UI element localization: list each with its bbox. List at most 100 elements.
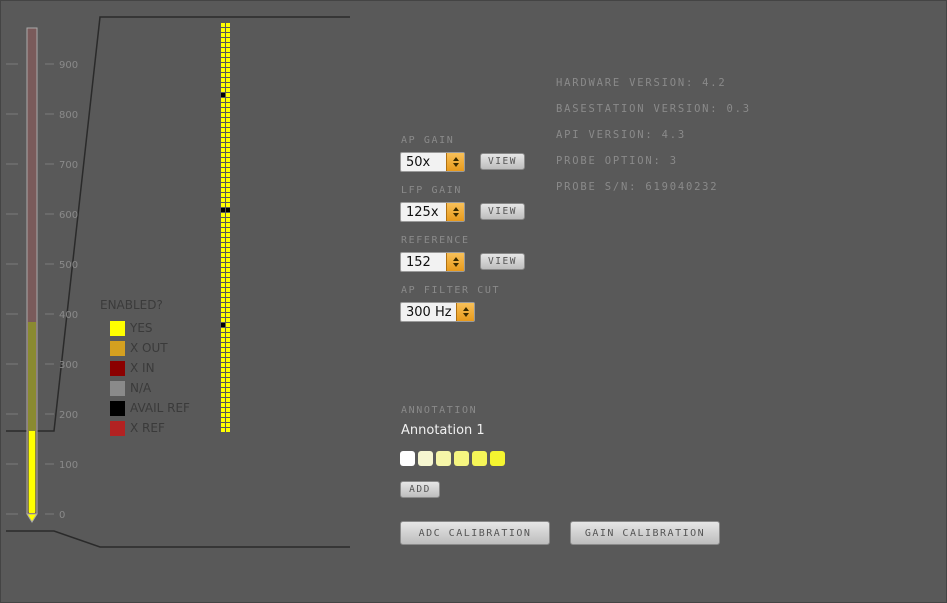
channel-enabled[interactable] (226, 298, 230, 302)
channel-enabled[interactable] (221, 188, 225, 192)
channel-enabled[interactable] (221, 333, 225, 337)
channel-enabled[interactable] (221, 353, 225, 357)
channel-enabled[interactable] (221, 198, 225, 202)
channel-enabled[interactable] (226, 108, 230, 112)
annotation-color-swatch[interactable] (436, 451, 451, 466)
ap-gain-view-button[interactable]: VIEW (480, 153, 525, 170)
adc-calibration-button[interactable]: ADC CALIBRATION (400, 521, 550, 545)
channel-reference[interactable] (221, 208, 225, 212)
channel-enabled[interactable] (226, 163, 230, 167)
channel-enabled[interactable] (221, 388, 225, 392)
channel-enabled[interactable] (226, 303, 230, 307)
channel-enabled[interactable] (226, 318, 230, 322)
channel-enabled[interactable] (221, 78, 225, 82)
channel-enabled[interactable] (221, 83, 225, 87)
channel-enabled[interactable] (221, 418, 225, 422)
channel-enabled[interactable] (221, 233, 225, 237)
channel-enabled[interactable] (221, 148, 225, 152)
channel-enabled[interactable] (226, 238, 230, 242)
channel-enabled[interactable] (226, 263, 230, 267)
channel-enabled[interactable] (221, 253, 225, 257)
reference-view-button[interactable]: VIEW (480, 253, 525, 270)
channel-enabled[interactable] (221, 403, 225, 407)
annotation-color-swatch[interactable] (418, 451, 433, 466)
channel-enabled[interactable] (221, 113, 225, 117)
channel-enabled[interactable] (226, 258, 230, 262)
channel-enabled[interactable] (221, 98, 225, 102)
channel-enabled[interactable] (221, 398, 225, 402)
channel-enabled[interactable] (221, 258, 225, 262)
channel-enabled[interactable] (226, 93, 230, 97)
channel-enabled[interactable] (221, 203, 225, 207)
channel-enabled[interactable] (221, 123, 225, 127)
channel-enabled[interactable] (226, 388, 230, 392)
channel-enabled[interactable] (221, 163, 225, 167)
channel-enabled[interactable] (221, 58, 225, 62)
channel-enabled[interactable] (226, 308, 230, 312)
ap-gain-select[interactable]: 50x (400, 152, 465, 172)
channel-enabled[interactable] (226, 398, 230, 402)
channel-enabled[interactable] (226, 123, 230, 127)
channel-enabled[interactable] (226, 38, 230, 42)
annotation-color-swatch[interactable] (454, 451, 469, 466)
channel-enabled[interactable] (226, 33, 230, 37)
channel-enabled[interactable] (226, 243, 230, 247)
channel-enabled[interactable] (221, 378, 225, 382)
channel-enabled[interactable] (226, 53, 230, 57)
channel-enabled[interactable] (221, 338, 225, 342)
channel-enabled[interactable] (226, 293, 230, 297)
channel-enabled[interactable] (226, 268, 230, 272)
channel-enabled[interactable] (221, 133, 225, 137)
channel-enabled[interactable] (226, 83, 230, 87)
channel-enabled[interactable] (226, 23, 230, 27)
channel-enabled[interactable] (226, 148, 230, 152)
channel-enabled[interactable] (221, 238, 225, 242)
channel-enabled[interactable] (221, 303, 225, 307)
channel-enabled[interactable] (221, 118, 225, 122)
channel-enabled[interactable] (221, 43, 225, 47)
channel-enabled[interactable] (221, 168, 225, 172)
channel-enabled[interactable] (221, 128, 225, 132)
channel-enabled[interactable] (221, 173, 225, 177)
probe-visualization[interactable]: 900 800 700 600 500 400 300 200 100 0 (0, 0, 380, 603)
channel-enabled[interactable] (221, 213, 225, 217)
channel-enabled[interactable] (221, 368, 225, 372)
channel-enabled[interactable] (221, 223, 225, 227)
channel-enabled[interactable] (221, 408, 225, 412)
channel-enabled[interactable] (226, 128, 230, 132)
channel-enabled[interactable] (221, 178, 225, 182)
channel-enabled[interactable] (226, 218, 230, 222)
channel-enabled[interactable] (221, 288, 225, 292)
channel-enabled[interactable] (226, 178, 230, 182)
channel-enabled[interactable] (221, 108, 225, 112)
channel-enabled[interactable] (221, 38, 225, 42)
channel-enabled[interactable] (221, 158, 225, 162)
channel-enabled[interactable] (226, 138, 230, 142)
spinner-arrows-icon[interactable] (446, 203, 464, 221)
channel-enabled[interactable] (221, 73, 225, 77)
channel-enabled[interactable] (226, 253, 230, 257)
channel-enabled[interactable] (221, 428, 225, 432)
channel-enabled[interactable] (226, 228, 230, 232)
channel-enabled[interactable] (221, 53, 225, 57)
channel-enabled[interactable] (226, 323, 230, 327)
channel-enabled[interactable] (221, 243, 225, 247)
channel-enabled[interactable] (226, 68, 230, 72)
channel-enabled[interactable] (226, 28, 230, 32)
channel-enabled[interactable] (221, 248, 225, 252)
channel-enabled[interactable] (226, 153, 230, 157)
ap-filter-select[interactable]: 300 Hz (400, 302, 475, 322)
channel-reference[interactable] (221, 323, 225, 327)
channel-enabled[interactable] (226, 88, 230, 92)
channel-enabled[interactable] (221, 88, 225, 92)
channel-enabled[interactable] (221, 313, 225, 317)
channel-enabled[interactable] (221, 423, 225, 427)
channel-enabled[interactable] (226, 353, 230, 357)
channel-enabled[interactable] (221, 48, 225, 52)
channel-enabled[interactable] (226, 103, 230, 107)
channel-enabled[interactable] (221, 298, 225, 302)
channel-enabled[interactable] (226, 43, 230, 47)
channel-enabled[interactable] (221, 358, 225, 362)
channel-enabled[interactable] (226, 273, 230, 277)
channel-enabled[interactable] (221, 273, 225, 277)
